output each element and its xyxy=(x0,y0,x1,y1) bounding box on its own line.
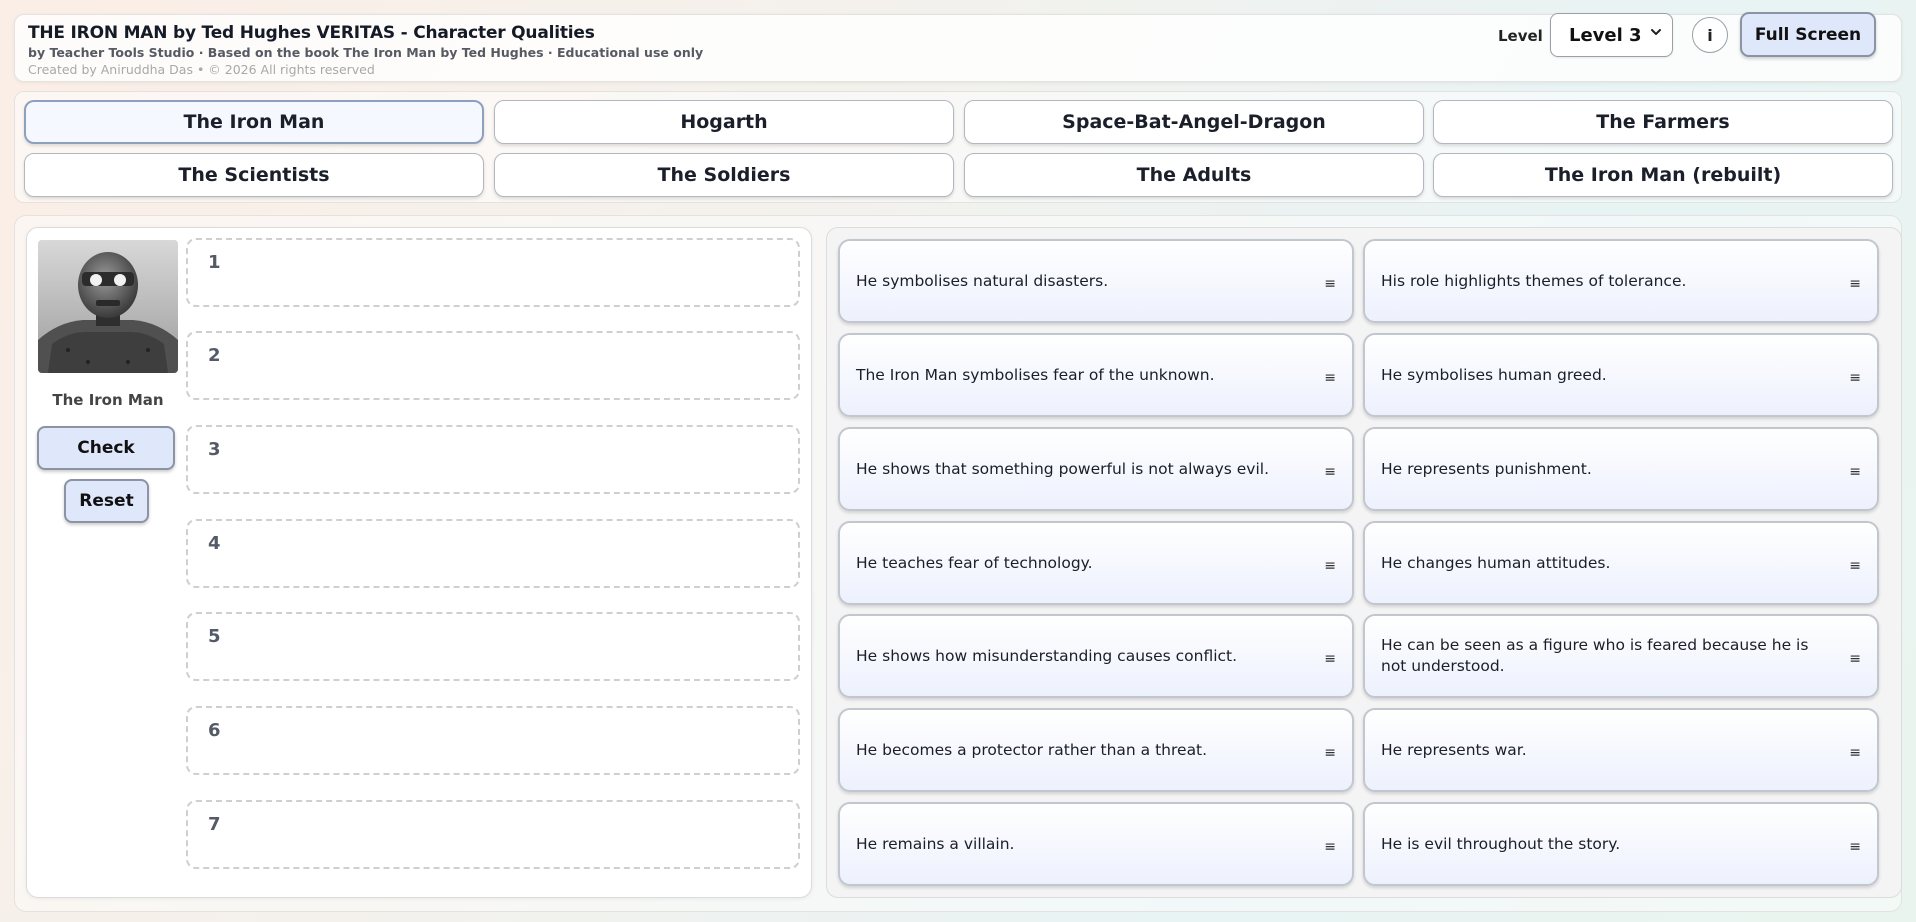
drag-handle-icon[interactable]: ≡ xyxy=(1324,368,1336,389)
drag-handle-icon[interactable]: ≡ xyxy=(1324,837,1336,858)
rank-slot-5[interactable]: 5 xyxy=(186,612,800,681)
drag-handle-icon[interactable]: ≡ xyxy=(1324,274,1336,295)
statement-text: He remains a villain. xyxy=(856,834,1015,853)
level-label: Level xyxy=(1498,27,1543,45)
rank-slot-2[interactable]: 2 xyxy=(186,331,800,400)
rank-number: 2 xyxy=(208,345,221,366)
statement-card[interactable]: He represents war. ≡ xyxy=(1363,708,1879,792)
chevron-down-icon xyxy=(1650,26,1662,42)
statement-text: He symbolises human greed. xyxy=(1381,365,1607,384)
drag-handle-icon[interactable]: ≡ xyxy=(1849,743,1861,764)
statement-card[interactable]: The Iron Man symbolises fear of the unkn… xyxy=(838,333,1354,417)
drag-handle-icon[interactable]: ≡ xyxy=(1324,649,1336,670)
reset-button[interactable]: Reset xyxy=(64,479,149,523)
rank-slot-6[interactable]: 6 xyxy=(186,706,800,775)
tab-space-bat-angel-dragon[interactable]: Space-Bat-Angel-Dragon xyxy=(964,100,1424,144)
tab-hogarth[interactable]: Hogarth xyxy=(494,100,954,144)
statement-text: The Iron Man symbolises fear of the unkn… xyxy=(856,365,1215,384)
tab-the-iron-man[interactable]: The Iron Man xyxy=(24,100,484,144)
tab-the-scientists[interactable]: The Scientists xyxy=(24,153,484,197)
drag-handle-icon[interactable]: ≡ xyxy=(1849,274,1861,295)
statement-card[interactable]: He shows how misunderstanding causes con… xyxy=(838,614,1354,698)
drag-handle-icon[interactable]: ≡ xyxy=(1849,837,1861,858)
statement-card[interactable]: He symbolises natural disasters. ≡ xyxy=(838,239,1354,323)
statement-text: He changes human attitudes. xyxy=(1381,553,1611,572)
statement-card[interactable]: He symbolises human greed. ≡ xyxy=(1363,333,1879,417)
statement-card[interactable]: He shows that something powerful is not … xyxy=(838,427,1354,511)
character-portrait xyxy=(38,240,178,373)
statement-text: He represents war. xyxy=(1381,740,1527,759)
rank-number: 4 xyxy=(208,533,221,554)
statement-card[interactable]: He teaches fear of technology. ≡ xyxy=(838,521,1354,605)
statement-card[interactable]: His role highlights themes of tolerance.… xyxy=(1363,239,1879,323)
level-select-value: Level 3 xyxy=(1569,24,1642,46)
tab-the-adults[interactable]: The Adults xyxy=(964,153,1424,197)
rank-number: 7 xyxy=(208,814,221,835)
check-button[interactable]: Check xyxy=(37,426,175,470)
tab-the-farmers[interactable]: The Farmers xyxy=(1433,100,1893,144)
character-name: The Iron Man xyxy=(52,391,164,409)
rank-slot-7[interactable]: 7 xyxy=(186,800,800,869)
statement-text: He becomes a protector rather than a thr… xyxy=(856,740,1208,759)
drag-handle-icon[interactable]: ≡ xyxy=(1324,743,1336,764)
statement-text: He symbolises natural disasters. xyxy=(856,271,1109,290)
statement-text: He teaches fear of technology. xyxy=(856,553,1093,572)
statement-text: He can be seen as a figure who is feared… xyxy=(1381,636,1809,675)
drag-handle-icon[interactable]: ≡ xyxy=(1849,368,1861,389)
tab-the-soldiers[interactable]: The Soldiers xyxy=(494,153,954,197)
tab-the-iron-man-rebuilt[interactable]: The Iron Man (rebuilt) xyxy=(1433,153,1893,197)
info-button[interactable]: i xyxy=(1692,17,1728,53)
fullscreen-button[interactable]: Full Screen xyxy=(1740,12,1876,57)
statement-card[interactable]: He is evil throughout the story. ≡ xyxy=(1363,802,1879,886)
statement-text: He is evil throughout the story. xyxy=(1381,834,1621,853)
statement-card[interactable]: He changes human attitudes. ≡ xyxy=(1363,521,1879,605)
rank-number: 5 xyxy=(208,626,221,647)
statement-text: He shows how misunderstanding causes con… xyxy=(856,646,1238,665)
statement-card[interactable]: He represents punishment. ≡ xyxy=(1363,427,1879,511)
drag-handle-icon[interactable]: ≡ xyxy=(1324,556,1336,577)
statement-card[interactable]: He becomes a protector rather than a thr… xyxy=(838,708,1354,792)
drag-handle-icon[interactable]: ≡ xyxy=(1849,556,1861,577)
rank-slot-4[interactable]: 4 xyxy=(186,519,800,588)
rank-slot-1[interactable]: 1 xyxy=(186,238,800,307)
rank-number: 6 xyxy=(208,720,221,741)
drag-handle-icon[interactable]: ≡ xyxy=(1849,649,1861,670)
statement-card[interactable]: He can be seen as a figure who is feared… xyxy=(1363,614,1879,698)
drag-handle-icon[interactable]: ≡ xyxy=(1849,462,1861,483)
rank-number: 3 xyxy=(208,439,221,460)
statement-card[interactable]: He remains a villain. ≡ xyxy=(838,802,1354,886)
level-select[interactable]: Level 3 xyxy=(1550,13,1673,57)
page-subtitle: by Teacher Tools Studio · Based on the b… xyxy=(28,45,704,60)
drag-handle-icon[interactable]: ≡ xyxy=(1324,462,1336,483)
credit-line: Created by Aniruddha Das • © 2026 All ri… xyxy=(28,62,375,77)
statement-text: His role highlights themes of tolerance. xyxy=(1381,271,1687,290)
rank-number: 1 xyxy=(208,252,221,273)
rank-slot-3[interactable]: 3 xyxy=(186,425,800,494)
statement-text: He shows that something powerful is not … xyxy=(856,459,1270,478)
page-title: THE IRON MAN by Ted Hughes VERITAS - Cha… xyxy=(28,23,595,43)
statement-text: He represents punishment. xyxy=(1381,459,1592,478)
